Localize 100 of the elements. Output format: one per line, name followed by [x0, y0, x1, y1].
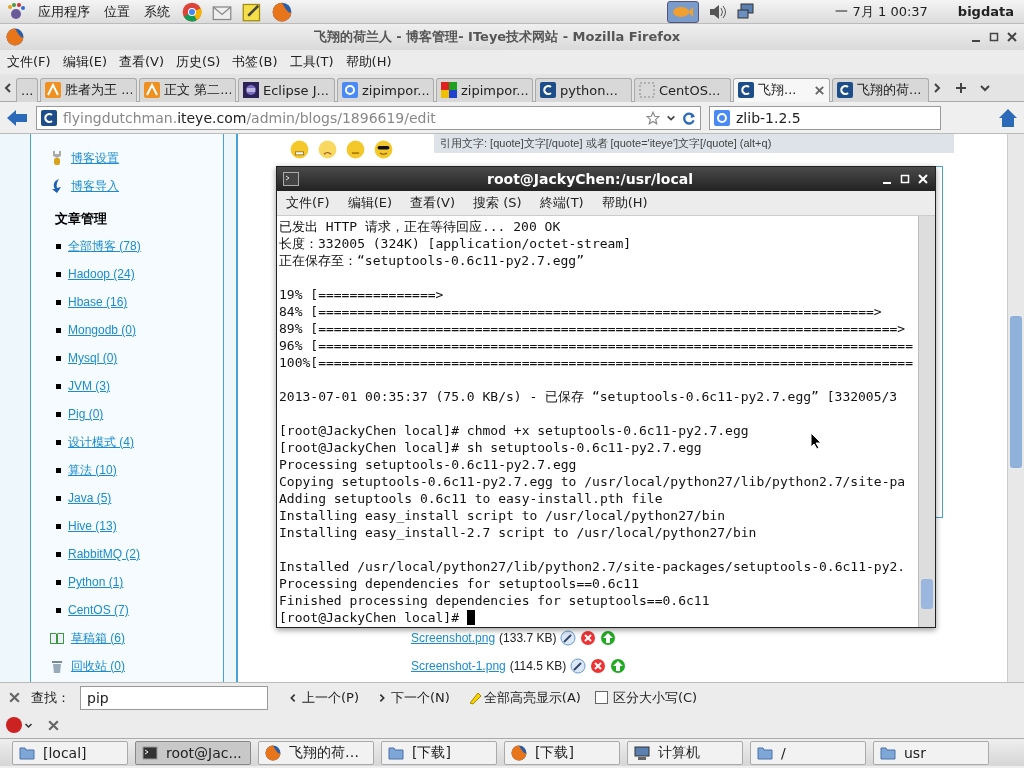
browser-tab[interactable]: ... — [16, 77, 38, 102]
clock[interactable]: 一 7月 1 00:37 — [835, 2, 928, 21]
attachment-link[interactable]: Screenshot-1.png — [411, 659, 506, 673]
category-link[interactable]: Python (1) — [68, 575, 124, 589]
bookmark-star-icon[interactable] — [646, 110, 660, 125]
user-name[interactable]: bigdata — [957, 4, 1014, 19]
browser-tab[interactable]: zipimpor... — [436, 77, 533, 102]
terminal-line: Installed /usr/local/python27/lib/python2.7/site-packages/setuptools-0.6c11-py2. — [279, 558, 906, 575]
menu-item[interactable]: 历史(S) — [171, 51, 226, 73]
scrollbar[interactable] — [1007, 134, 1024, 682]
tab-close-icon[interactable] — [814, 84, 825, 96]
attachment-link[interactable]: Screenshot.png — [411, 631, 496, 645]
menu-item[interactable]: 查看(V) — [114, 51, 170, 73]
taskbar-button[interactable]: [下载] — [504, 740, 620, 765]
up-arrow-icon[interactable] — [610, 658, 627, 674]
menu-item[interactable]: 文件(F) — [2, 51, 56, 73]
category-link[interactable]: Hive (13) — [68, 519, 117, 533]
search-field[interactable]: zlib-1.2.5 — [709, 105, 941, 130]
bullet-icon — [56, 495, 61, 501]
terminal-line: Installing easy_install script to /usr/local/python27/bin — [279, 507, 726, 524]
panel-menu[interactable]: 系统 — [142, 2, 172, 21]
taskbar-button[interactable]: usr — [873, 740, 989, 765]
delete-icon[interactable] — [590, 658, 607, 674]
terminal-line: 100%[============================================================================ — [279, 354, 913, 371]
panel-menu[interactable]: 应用程序 — [36, 2, 92, 21]
menu-item[interactable]: 搜索 (S) — [468, 192, 527, 214]
menu-item[interactable]: 工具(T) — [284, 51, 339, 73]
fish-applet-icon[interactable] — [667, 0, 700, 23]
back-icon[interactable] — [6, 108, 28, 127]
menu-item[interactable]: 查看(V) — [405, 192, 461, 214]
adblock-icon[interactable] — [6, 717, 33, 733]
scroll-right-icon[interactable] — [931, 81, 943, 94]
taskbar-button[interactable]: 飞翔的荷… — [258, 740, 374, 765]
category-link[interactable]: 算法 (10) — [68, 461, 117, 479]
next-button[interactable]: 下一个(N) — [373, 686, 454, 709]
menu-item[interactable]: 帮助(H) — [596, 192, 653, 214]
maximize-icon[interactable] — [988, 31, 1000, 43]
category-link[interactable]: Hbase (16) — [68, 295, 128, 309]
foot-icon[interactable] — [6, 1, 26, 22]
taskbar-button[interactable]: [下载] — [381, 740, 497, 765]
site-icon — [540, 82, 556, 98]
pencil-icon[interactable] — [560, 630, 577, 646]
delete-icon[interactable] — [580, 630, 597, 646]
home-icon[interactable] — [998, 107, 1018, 128]
browser-tab[interactable]: python... — [535, 77, 632, 102]
file-size: (133.7 KB) — [499, 631, 557, 645]
browser-tab[interactable]: zipimpor... — [337, 77, 434, 102]
browser-tab[interactable]: 飞翔... — [733, 77, 830, 102]
sidebar-link[interactable]: 博客设置 — [71, 149, 119, 167]
close-icon[interactable] — [1006, 31, 1018, 43]
taskbar-button[interactable]: / — [750, 740, 866, 765]
taskbar-button[interactable]: 计算机 — [627, 740, 743, 765]
menu-item[interactable]: 終端(T) — [534, 192, 589, 214]
browser-tab[interactable]: 正文 第二... — [139, 77, 236, 102]
panel-menu[interactable]: 位置 — [102, 2, 132, 21]
category-link[interactable]: Mongodb (0) — [68, 323, 137, 337]
category-link[interactable]: Java (5) — [68, 491, 112, 505]
sidebar-link[interactable]: 草稿箱 (6) — [71, 629, 125, 647]
reload-icon[interactable] — [682, 110, 696, 125]
volume-icon[interactable] — [709, 3, 728, 20]
network-icon[interactable] — [737, 2, 756, 21]
chevron-right-icon[interactable] — [377, 692, 387, 703]
scroll-left-icon[interactable] — [2, 81, 14, 94]
up-arrow-icon[interactable] — [600, 630, 617, 646]
terminal-line: 正在保存至：“setuptools-0.6c11-py2.7.egg” — [279, 252, 584, 269]
category-link[interactable]: CentOS (7) — [68, 603, 129, 617]
highlight-all-button[interactable]: 全部高亮显示(A) — [463, 686, 585, 709]
url-field[interactable]: flyingdutchman.iteye.com/admin/blogs/1896619/edit — [36, 105, 701, 130]
bullet-icon — [56, 355, 61, 361]
browser-tab[interactable]: 飞翔的荷... — [832, 77, 929, 102]
menu-item[interactable]: 编辑(E) — [342, 192, 397, 214]
category-link[interactable]: 设计模式 (4) — [68, 433, 134, 451]
taskbar-button[interactable]: [local] — [12, 740, 128, 765]
terminal-line: 已发出 HTTP 请求，正在等待回应... 200 OK — [279, 218, 561, 235]
site-icon — [45, 82, 61, 98]
browser-tab[interactable]: 胜者为王 ... — [40, 77, 137, 102]
category-link[interactable]: 全部博客 (78) — [68, 237, 141, 255]
sidebar-link[interactable]: 博客导入 — [71, 177, 119, 195]
pencil-icon[interactable] — [570, 658, 587, 674]
chevron-left-icon[interactable] — [288, 692, 298, 703]
match-case-checkbox[interactable]: 区分大小写(C) — [594, 688, 698, 707]
category-link[interactable]: Hadoop (24) — [68, 267, 135, 281]
menu-item[interactable]: 文件(F) — [281, 192, 335, 214]
category-link[interactable]: Pig (0) — [68, 407, 104, 421]
menu-item[interactable]: 编辑(E) — [57, 51, 112, 73]
taskbar-button[interactable]: root@Jac... — [135, 740, 251, 765]
find-field[interactable]: pip — [80, 685, 268, 710]
browser-tab[interactable]: Eclipse J... — [238, 77, 335, 102]
category-link[interactable]: JVM (3) — [68, 379, 110, 393]
scrollbar[interactable] — [918, 216, 935, 627]
browser-tab[interactable]: CentOS... — [634, 77, 731, 102]
new-tab-icon[interactable] — [955, 81, 967, 94]
sidebar-link[interactable]: 回收站 (0) — [71, 657, 125, 675]
category-link[interactable]: RabbitMQ (2) — [68, 547, 141, 561]
menu-item[interactable]: 帮助(H) — [340, 51, 397, 73]
previous-button[interactable]: 上一个(P) — [284, 686, 363, 709]
category-link[interactable]: Mysql (0) — [68, 351, 118, 365]
menu-item[interactable]: 书签(B) — [227, 51, 283, 73]
find-label: 查找： — [31, 688, 70, 707]
google-icon — [714, 109, 730, 126]
